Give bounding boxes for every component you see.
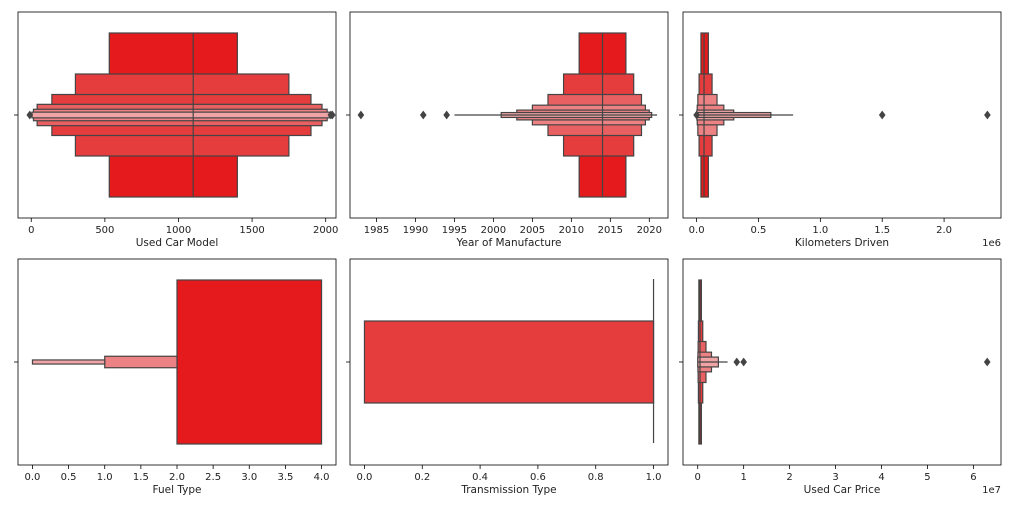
x-tick-label: 1 (740, 472, 746, 483)
x-tick-label: 1.0 (812, 225, 828, 236)
outlier-point (419, 110, 427, 120)
subplot-3: 0.0 0.5 1.0 1.5 2.0 Kilometers Driven 1e6 (679, 11, 1002, 249)
x-axis-label: Fuel Type (153, 484, 202, 496)
x-tick-label: 2005 (520, 225, 545, 236)
x-tick-label: 4.0 (314, 472, 330, 483)
x-tick-label: 2010 (559, 225, 584, 236)
x-tick-label: 0.6 (530, 472, 546, 483)
x-tick-label: 0 (28, 225, 34, 236)
outlier-point (878, 110, 886, 120)
x-tick-label: 0.0 (689, 225, 705, 236)
x-tick-label: 1.5 (874, 225, 890, 236)
x-tick-label: 0.2 (414, 472, 430, 483)
x-tick-label: 2015 (598, 225, 623, 236)
x-tick-label: 0.5 (751, 225, 767, 236)
x-tick-label: 3.5 (277, 472, 293, 483)
boxen-box (31, 359, 106, 365)
boxen-box (31, 111, 330, 119)
subplot-6: 0 1 2 3 4 5 6 Used Car Price 1e7 (679, 258, 1002, 496)
x-tick-label: 2.5 (205, 472, 221, 483)
x-axis-label: Kilometers Driven (795, 237, 889, 249)
subplot-2: 1985 1990 1995 2000 2005 2010 2015 2020 Year of … (346, 11, 669, 249)
x-tick-label: 4 (878, 472, 884, 483)
subplot-5: 0.0 0.2 0.4 0.6 0.8 1.0 Transmission Type (346, 258, 669, 496)
outlier-point (733, 357, 741, 367)
boxen-box (104, 355, 178, 369)
subplot-4: 0.0 0.5 1.0 1.5 2.0 2.5 3.0 3.5 4.0 Fuel Type (14, 258, 337, 496)
x-tick-label: 1990 (403, 225, 428, 236)
x-tick-label: 0.0 (25, 472, 41, 483)
x-offset-label: 1e7 (982, 485, 1001, 496)
x-tick-label: 0.8 (588, 472, 604, 483)
x-tick-label: 0.0 (357, 472, 373, 483)
x-axis-label: Transmission Type (460, 484, 556, 496)
x-tick-label: 6 (970, 472, 976, 483)
outlier-point (740, 357, 747, 367)
x-tick-label: 1.0 (646, 472, 662, 483)
x-axis-label: Used Car Price (804, 484, 881, 496)
x-tick-label: 2020 (637, 225, 662, 236)
outlier-point (357, 110, 365, 120)
boxen-box (176, 279, 323, 445)
boxen-plot-grid: 0 500 1000 1500 2000Used Car Model1985 1990 19… (14, 11, 1002, 496)
boxen-box (363, 320, 655, 404)
x-tick-label: 0.4 (472, 472, 488, 483)
x-tick-label: 1985 (364, 225, 389, 236)
x-offset-label: 1e6 (982, 238, 1001, 249)
x-tick-label: 1.0 (97, 472, 113, 483)
x-tick-label: 5 (924, 472, 930, 483)
outlier-point (984, 110, 991, 120)
x-tick-label: 0 (695, 472, 701, 483)
axes-frame (682, 258, 1002, 466)
outlier-point (443, 110, 450, 120)
x-tick-label: 2 (786, 472, 792, 483)
x-tick-label: 3 (832, 472, 838, 483)
x-tick-label: 2.0 (936, 225, 952, 236)
x-tick-label: 3.0 (241, 472, 257, 483)
subplot-1: 0 500 1000 1500 2000 Used Car Model (14, 11, 338, 249)
x-tick-label: 1.5 (133, 472, 149, 483)
x-tick-label: 1000 (166, 225, 191, 236)
x-tick-label: 1995 (442, 225, 467, 236)
x-axis-label: Used Car Model (136, 237, 219, 249)
x-tick-label: 2000 (313, 225, 338, 236)
x-tick-label: 500 (95, 225, 114, 236)
x-tick-label: 0.5 (61, 472, 77, 483)
outlier-point (983, 357, 991, 367)
x-tick-label: 2.0 (169, 472, 185, 483)
x-axis-label: Year of Manufacture (455, 237, 561, 249)
x-tick-label: 1500 (239, 225, 264, 236)
x-tick-label: 2000 (481, 225, 506, 236)
